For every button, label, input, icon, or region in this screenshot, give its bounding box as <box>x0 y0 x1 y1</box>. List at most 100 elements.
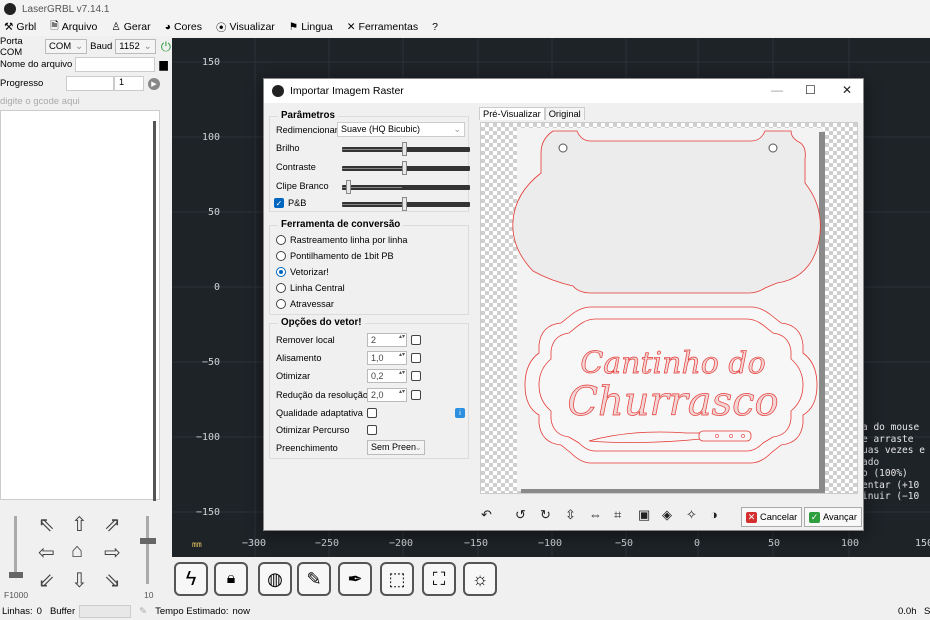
close-icon[interactable]: ✕ <box>842 83 852 97</box>
rotate-right-icon[interactable]: ↻ <box>540 507 551 523</box>
flash-button[interactable]: ϟ <box>174 562 208 596</box>
lightning-icon: ϟ <box>185 567 197 590</box>
contrast-icon[interactable]: ◑ <box>710 507 718 522</box>
adaptive-checkbox[interactable] <box>367 408 377 418</box>
progress-count-field[interactable]: 1 <box>114 76 144 91</box>
optimize-spinner[interactable]: 0,2 <box>367 369 407 383</box>
x-tick: 0 <box>694 538 701 549</box>
flip-vertical-icon[interactable]: ⇳ <box>565 507 576 523</box>
bw-slider[interactable] <box>342 197 470 211</box>
progress-row: Progresso 1 ▶ <box>0 75 160 92</box>
menu-grbl[interactable]: ⚒ Grbl <box>4 21 36 33</box>
arrow-down-right-icon[interactable]: ⇘ <box>104 568 121 593</box>
slider-thumb[interactable] <box>346 180 351 194</box>
lock-button[interactable]: 🔒︎ <box>214 562 248 596</box>
menu-cores[interactable]: ◕ Cores <box>165 21 202 33</box>
step-slider[interactable] <box>138 516 158 588</box>
radio-passthrough[interactable]: Atravessar <box>276 299 334 309</box>
elapsed-value: 0.0h <box>898 606 917 617</box>
arrow-down-icon[interactable]: ⇩ <box>71 568 88 593</box>
globe-icon: ◍ <box>267 568 283 589</box>
y-tick: −50 <box>202 357 221 368</box>
arrow-up-icon[interactable]: ⇧ <box>71 512 88 537</box>
smooth-spinner[interactable]: 1,0 <box>367 351 407 365</box>
resolution-checkbox[interactable] <box>411 390 421 400</box>
lock-icon: 🔒︎ <box>226 570 236 587</box>
window-titlebar: LaserGRBL v7.14.1 <box>0 0 930 18</box>
gcode-input[interactable]: digite o gcode aqui <box>0 93 80 110</box>
fill-select[interactable]: Sem Preen ⌄ <box>367 440 425 455</box>
person-icon: ♙ <box>111 21 121 33</box>
radio-centerline[interactable]: Linha Central <box>276 283 345 293</box>
undo-icon[interactable]: ↶ <box>481 507 492 523</box>
brightness-slider[interactable] <box>342 142 470 156</box>
baud-select[interactable]: 1152 ⌄ <box>115 39 156 54</box>
tab-preview[interactable]: Pré-Visualizar <box>479 107 545 120</box>
optimize-checkbox[interactable] <box>411 371 421 381</box>
vector-options-group: Opções do vetor! Remover local 2 Alisame… <box>269 317 469 459</box>
magic-wand-icon[interactable]: ✧ <box>686 507 697 523</box>
menu-help[interactable]: ? <box>432 21 438 33</box>
arrow-down-left-icon[interactable]: ⇙ <box>38 568 55 593</box>
file-field[interactable] <box>75 57 156 72</box>
pen-icon: ✎ <box>139 606 148 617</box>
vector-title: Opções do vetor! <box>278 317 365 328</box>
next-button[interactable]: ✓ Avançar <box>804 507 862 527</box>
gcode-list[interactable] <box>0 110 160 501</box>
help-overlay: a do mouse e arraste uas vezes e ado o (100%… <box>862 422 925 502</box>
arrow-right-icon[interactable]: ⇨ <box>104 540 121 565</box>
fill-bucket-icon[interactable]: ◈ <box>662 507 672 523</box>
connect-icon[interactable]: ⏻ <box>161 39 171 55</box>
arrow-left-icon[interactable]: ⇦ <box>38 540 55 565</box>
radio-dithering[interactable]: Pontilhamento de 1bit PB <box>276 251 394 261</box>
params-title: Parâmetros <box>278 110 338 121</box>
home-icon[interactable]: ⌂ <box>71 540 83 563</box>
info-icon[interactable]: i <box>455 408 465 418</box>
arrow-up-left-icon[interactable]: ⇖ <box>38 512 55 537</box>
x-tick: −50 <box>615 538 634 549</box>
resize-select[interactable]: Suave (HQ Bicubic) ⌄ <box>337 122 465 137</box>
arrow-up-right-icon[interactable]: ⇗ <box>104 512 121 537</box>
bw-checkbox[interactable]: ✓ <box>274 198 284 208</box>
rotate-left-icon[interactable]: ↺ <box>515 507 526 523</box>
engrave-alt-button[interactable]: ✒ <box>338 562 372 596</box>
radio-vectorize[interactable]: Vetorizar! <box>276 267 329 277</box>
frame-button[interactable]: ⬚ <box>380 562 414 596</box>
focus-button[interactable]: ⛶ <box>422 562 456 596</box>
slider-thumb[interactable] <box>402 161 407 175</box>
tab-original[interactable]: Original <box>544 107 585 120</box>
cancel-button[interactable]: ✕ Cancelar <box>741 507 803 527</box>
remove-checkbox[interactable] <box>411 335 421 345</box>
globe-button[interactable]: ◍ <box>258 562 292 596</box>
image-icon[interactable]: ▣ <box>638 507 650 523</box>
folder-icon[interactable]: ▆ <box>159 58 167 71</box>
crop-icon[interactable]: ⌗ <box>614 507 621 523</box>
menu-arquivo[interactable]: 🗎 Arquivo <box>50 18 97 36</box>
slider-thumb[interactable] <box>402 197 407 211</box>
flip-horizontal-icon[interactable]: ⇔ <box>589 507 602 522</box>
play-icon[interactable]: ▶ <box>148 77 160 90</box>
port-select[interactable]: COM ⌄ <box>44 39 88 54</box>
maximize-icon[interactable]: ☐ <box>805 83 816 97</box>
engrave-button[interactable]: ✎ <box>297 562 331 596</box>
preview-area: Cantinho do Churrasco <box>480 122 858 494</box>
smooth-checkbox[interactable] <box>411 353 421 363</box>
menu-gerar[interactable]: ♙ Gerar <box>111 21 150 33</box>
minimize-icon[interactable]: — <box>771 83 783 97</box>
scrollbar[interactable] <box>153 121 156 501</box>
slider-thumb[interactable] <box>402 142 407 156</box>
speed-slider[interactable] <box>6 516 26 590</box>
radio-line-by-line[interactable]: Rastreamento linha por linha <box>276 235 407 245</box>
menu-ferramentas[interactable]: ✕ Ferramentas <box>347 21 418 33</box>
white-clip-slider[interactable] <box>342 180 470 194</box>
light-button[interactable]: ☼ <box>463 562 497 596</box>
optimize-path-checkbox[interactable] <box>367 425 377 435</box>
remove-spinner[interactable]: 2 <box>367 333 407 347</box>
resize-label: Redimencionar <box>276 125 338 135</box>
app-logo-icon <box>4 3 16 15</box>
chevron-down-icon: ⌄ <box>414 442 422 452</box>
resolution-spinner[interactable]: 2,0 <box>367 388 407 402</box>
menu-visualizar[interactable]: ⦿ Visualizar <box>216 20 275 35</box>
contrast-slider[interactable] <box>342 161 470 175</box>
menu-lingua[interactable]: ⚑ Lingua <box>289 21 333 33</box>
